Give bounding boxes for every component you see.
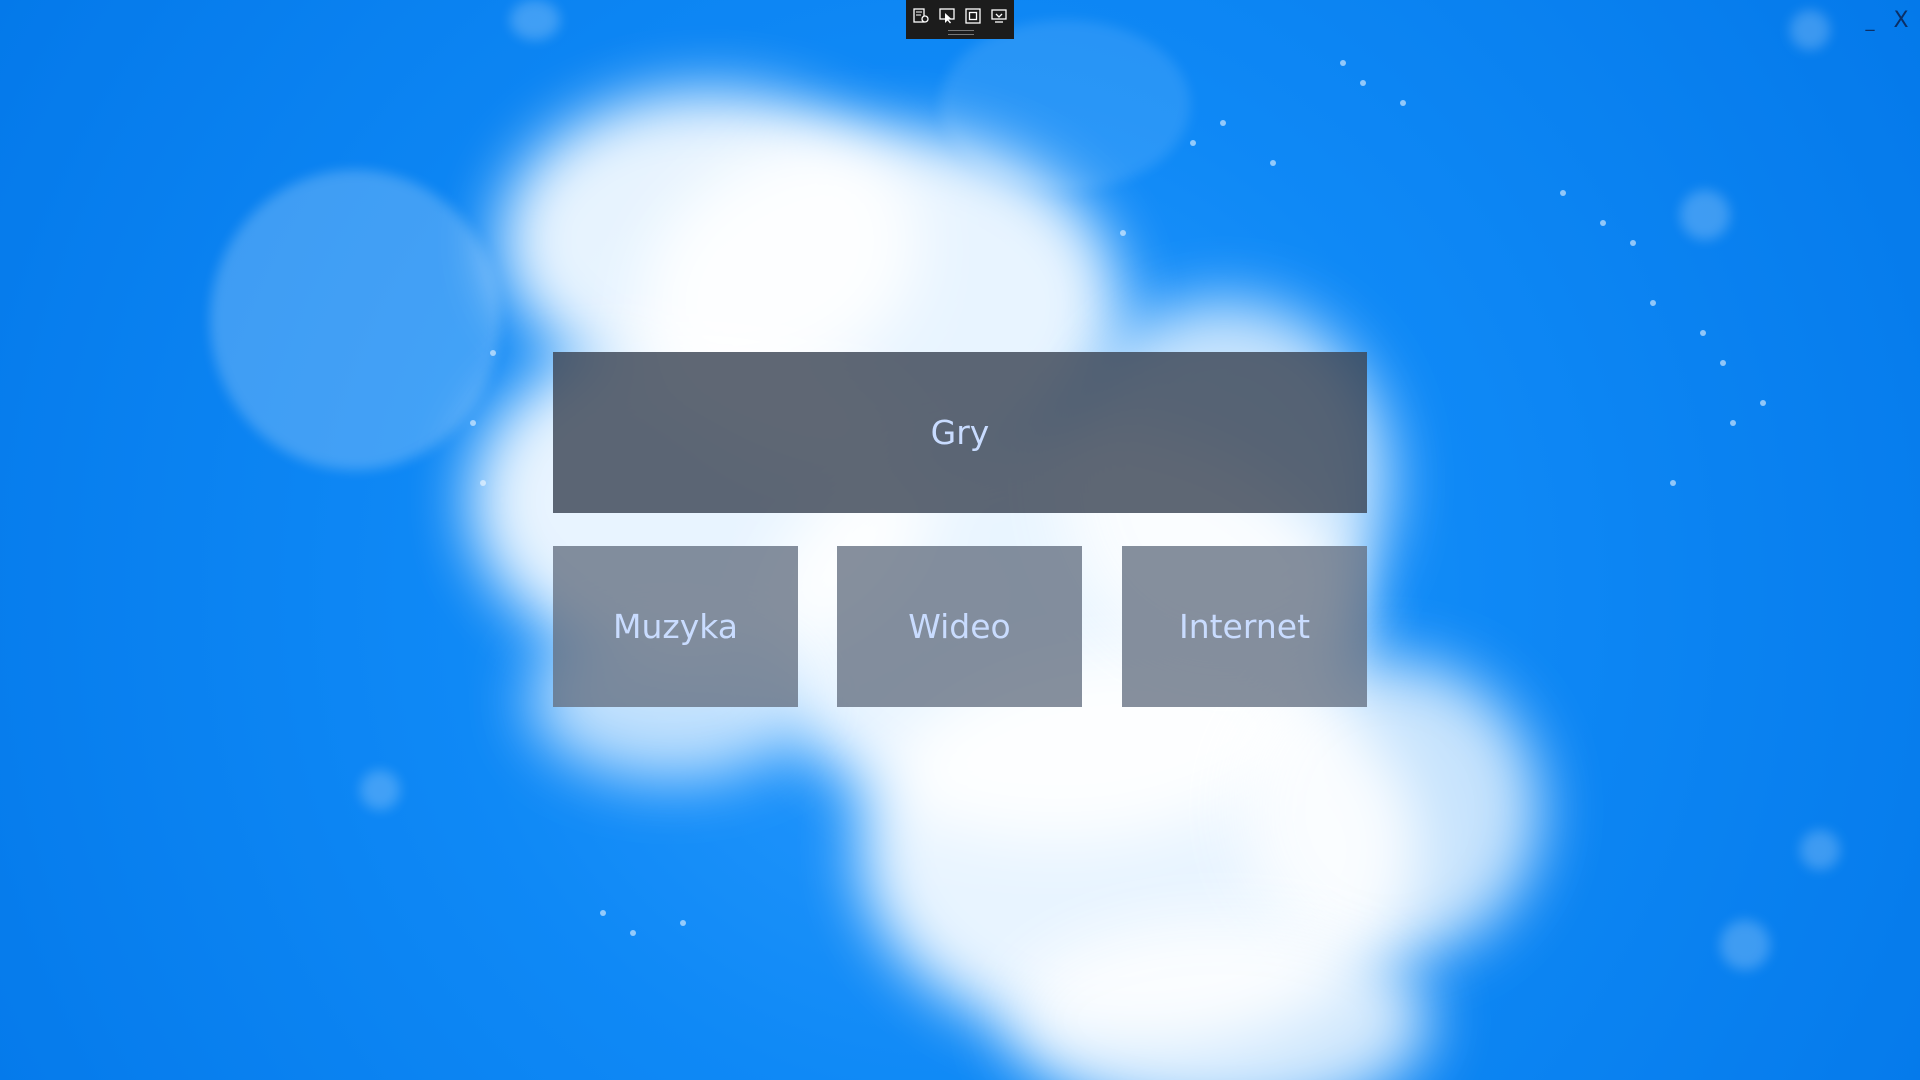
tile-music[interactable]: Muzyka bbox=[553, 546, 798, 707]
speck bbox=[1120, 230, 1126, 236]
tile-video[interactable]: Wideo bbox=[837, 546, 1082, 707]
pointer-select-icon[interactable] bbox=[937, 6, 957, 26]
tile-label: Muzyka bbox=[613, 607, 738, 646]
speck bbox=[1220, 120, 1226, 126]
window-settings-icon[interactable] bbox=[911, 6, 931, 26]
speck bbox=[1720, 360, 1726, 366]
speck bbox=[630, 930, 636, 936]
speck bbox=[470, 420, 476, 426]
speck bbox=[1730, 420, 1736, 426]
bokeh-circle bbox=[1800, 830, 1840, 870]
close-button[interactable]: X bbox=[1890, 8, 1912, 34]
bokeh-circle bbox=[510, 0, 560, 40]
speck bbox=[1560, 190, 1566, 196]
tile-games[interactable]: Gry bbox=[553, 352, 1367, 513]
speck bbox=[1670, 480, 1676, 486]
desktop-background bbox=[0, 0, 1920, 1080]
tile-label: Internet bbox=[1178, 607, 1311, 646]
toolbar-drag-handle[interactable] bbox=[948, 30, 974, 35]
speck bbox=[1630, 240, 1636, 246]
speck bbox=[1400, 100, 1406, 106]
bokeh-circle bbox=[360, 770, 400, 810]
top-toolbar bbox=[906, 0, 1014, 39]
minimize-button[interactable]: _ bbox=[1860, 12, 1880, 32]
speck bbox=[1700, 330, 1706, 336]
bokeh-circle bbox=[210, 170, 500, 470]
speck bbox=[1600, 220, 1606, 226]
speck bbox=[480, 480, 486, 486]
speck bbox=[1340, 60, 1346, 66]
speck bbox=[600, 910, 606, 916]
fullscreen-icon[interactable] bbox=[963, 6, 983, 26]
speck bbox=[1760, 400, 1766, 406]
speck bbox=[1650, 300, 1656, 306]
tile-label: Wideo bbox=[908, 607, 1011, 646]
tile-label: Gry bbox=[930, 413, 990, 452]
speck bbox=[1190, 140, 1196, 146]
speck bbox=[680, 920, 686, 926]
speck bbox=[1270, 160, 1276, 166]
speck bbox=[1360, 80, 1366, 86]
bokeh-circle bbox=[1720, 920, 1770, 970]
bokeh-circle bbox=[1680, 190, 1730, 240]
tile-internet[interactable]: Internet bbox=[1122, 546, 1367, 707]
screen-share-icon[interactable] bbox=[989, 6, 1009, 26]
speck bbox=[490, 350, 496, 356]
bokeh-circle bbox=[1790, 10, 1830, 50]
